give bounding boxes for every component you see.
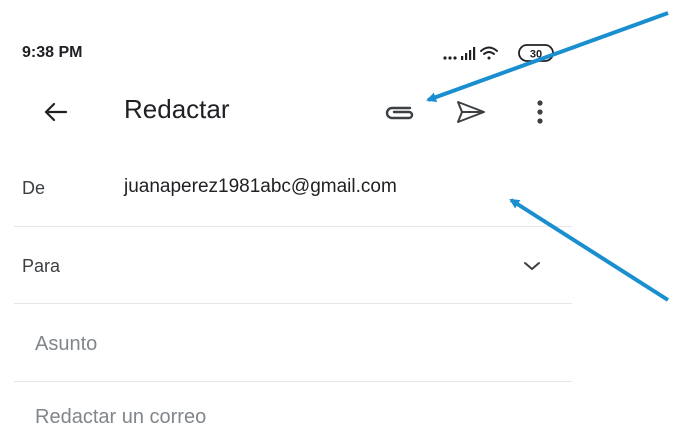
page-title: Redactar bbox=[124, 94, 230, 124]
to-field[interactable] bbox=[14, 234, 572, 300]
more-options-button[interactable] bbox=[528, 94, 552, 130]
signal-icon bbox=[461, 47, 476, 60]
send-icon bbox=[457, 101, 485, 123]
paperclip-icon bbox=[385, 106, 414, 120]
expand-recipients-button[interactable] bbox=[520, 254, 544, 278]
subject-input[interactable]: Asunto bbox=[35, 333, 97, 356]
svg-text:30: 30 bbox=[530, 49, 542, 61]
arrow-left-icon bbox=[44, 102, 68, 122]
from-field[interactable]: juanaperez1981abc@gmail.com bbox=[124, 176, 397, 198]
wifi-icon bbox=[480, 46, 498, 60]
status-icons: 30 bbox=[441, 42, 561, 66]
back-button[interactable] bbox=[38, 96, 74, 128]
divider bbox=[14, 381, 572, 382]
attach-button[interactable] bbox=[380, 96, 420, 128]
battery-icon: 30 bbox=[518, 44, 554, 62]
from-label: De bbox=[22, 178, 46, 198]
send-button[interactable] bbox=[452, 96, 488, 128]
status-time: 9:38 PM bbox=[22, 44, 83, 61]
divider bbox=[14, 303, 572, 304]
divider bbox=[14, 226, 572, 227]
more-vert-icon bbox=[537, 100, 543, 124]
chevron-down-icon bbox=[524, 262, 540, 270]
annotation-arrows bbox=[426, 11, 670, 302]
body-input[interactable]: Redactar un correo bbox=[35, 406, 206, 429]
